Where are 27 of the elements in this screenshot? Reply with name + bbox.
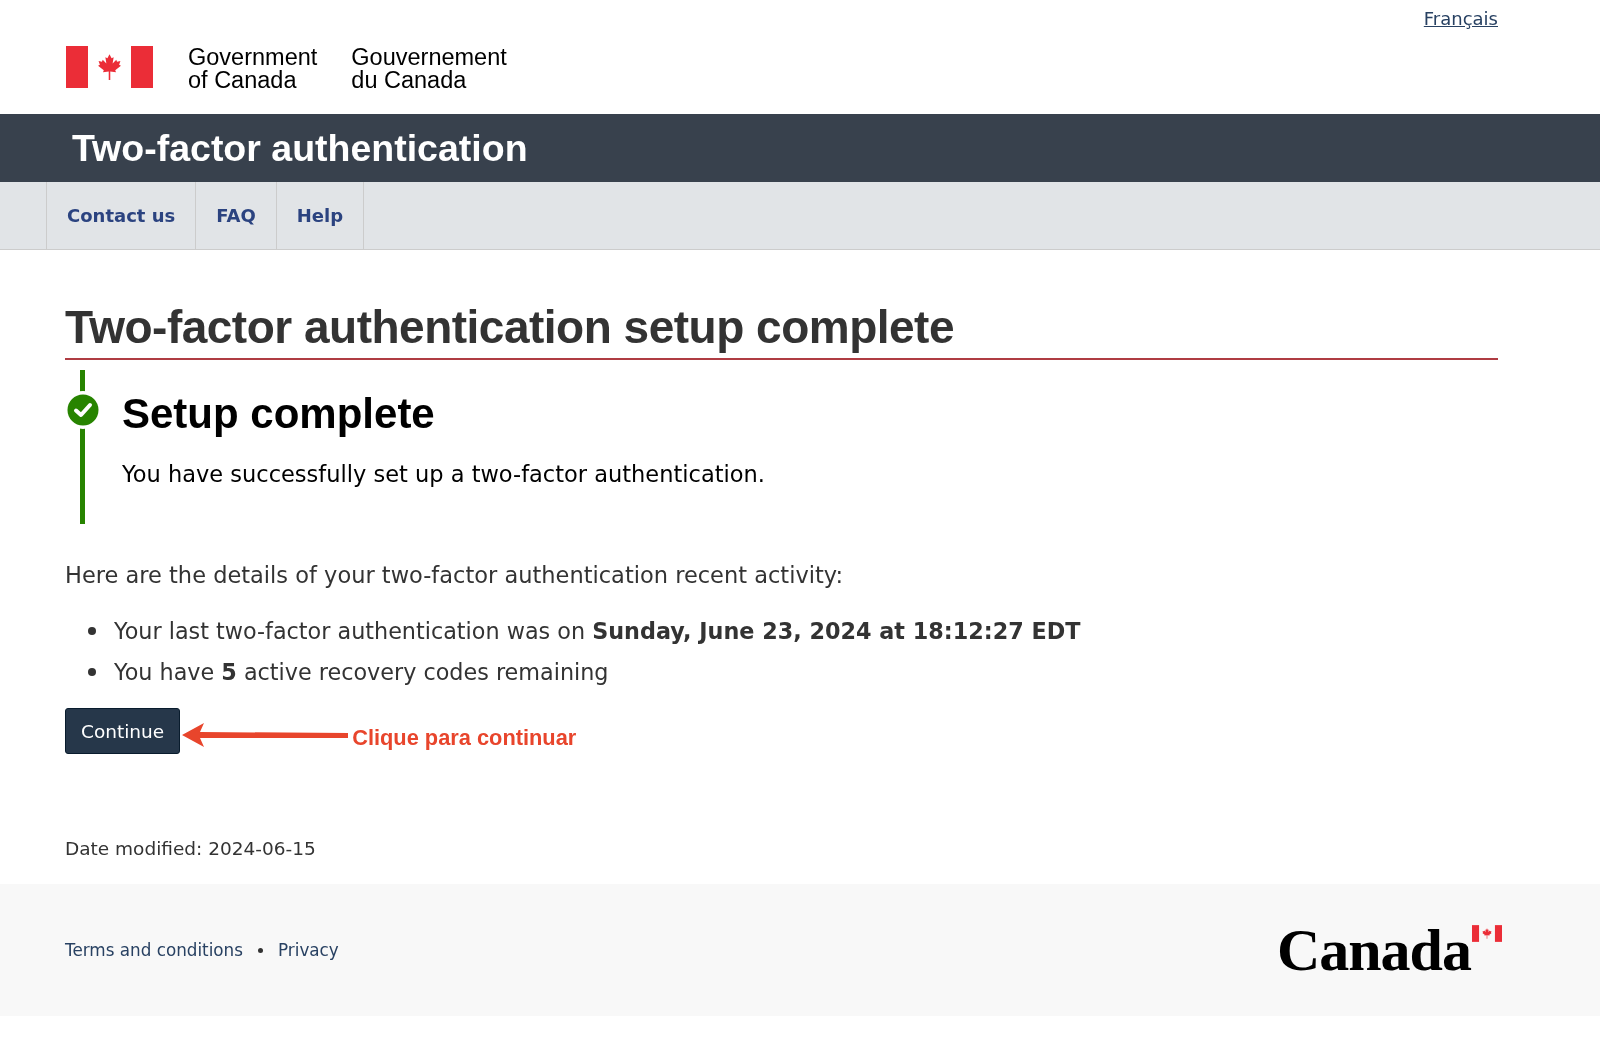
date-modified: Date modified: 2024-06-15 xyxy=(65,837,317,861)
flag-icon xyxy=(1472,925,1502,942)
signature-text: du Canada xyxy=(351,69,468,92)
alert-heading: Setup complete xyxy=(122,392,436,436)
nav-link[interactable]: FAQ xyxy=(195,182,276,249)
annotation-text: Clique para continuar xyxy=(352,725,577,751)
language-link[interactable]: Français xyxy=(1423,6,1498,32)
flag-icon xyxy=(66,46,153,88)
detail-text: You have 5 active recovery codes remaining xyxy=(114,658,609,687)
footer-link[interactable]: Terms and conditions xyxy=(65,940,243,960)
signature-text: Government xyxy=(188,46,318,69)
footer-link[interactable]: Privacy xyxy=(278,940,339,960)
alert-message: You have successfully set up a two-factor authentication. xyxy=(122,460,766,489)
signature-text: of Canada xyxy=(188,69,298,92)
detail-text: Your last two-factor authentication was on Sunday, June 23, 2024 at 18:12:27 EDT xyxy=(114,617,1081,646)
separator-dot-icon xyxy=(258,947,263,953)
canada-wordmark: Canada xyxy=(1276,921,1471,979)
bullet-icon xyxy=(88,668,96,676)
arrow-icon xyxy=(182,722,349,748)
bullet-icon xyxy=(88,627,96,635)
continue-button[interactable]: Continue xyxy=(65,708,181,754)
nav-link[interactable]: Contact us xyxy=(46,182,196,249)
app-title: Two-factor authentication xyxy=(72,126,528,170)
signature-text: Gouvernement xyxy=(351,46,507,69)
page-heading: Two-factor authentication setup complete xyxy=(65,298,1498,360)
nav-link[interactable]: Help xyxy=(275,182,364,249)
details-intro: Here are the details of your two-factor authentication recent activity: xyxy=(65,561,845,590)
